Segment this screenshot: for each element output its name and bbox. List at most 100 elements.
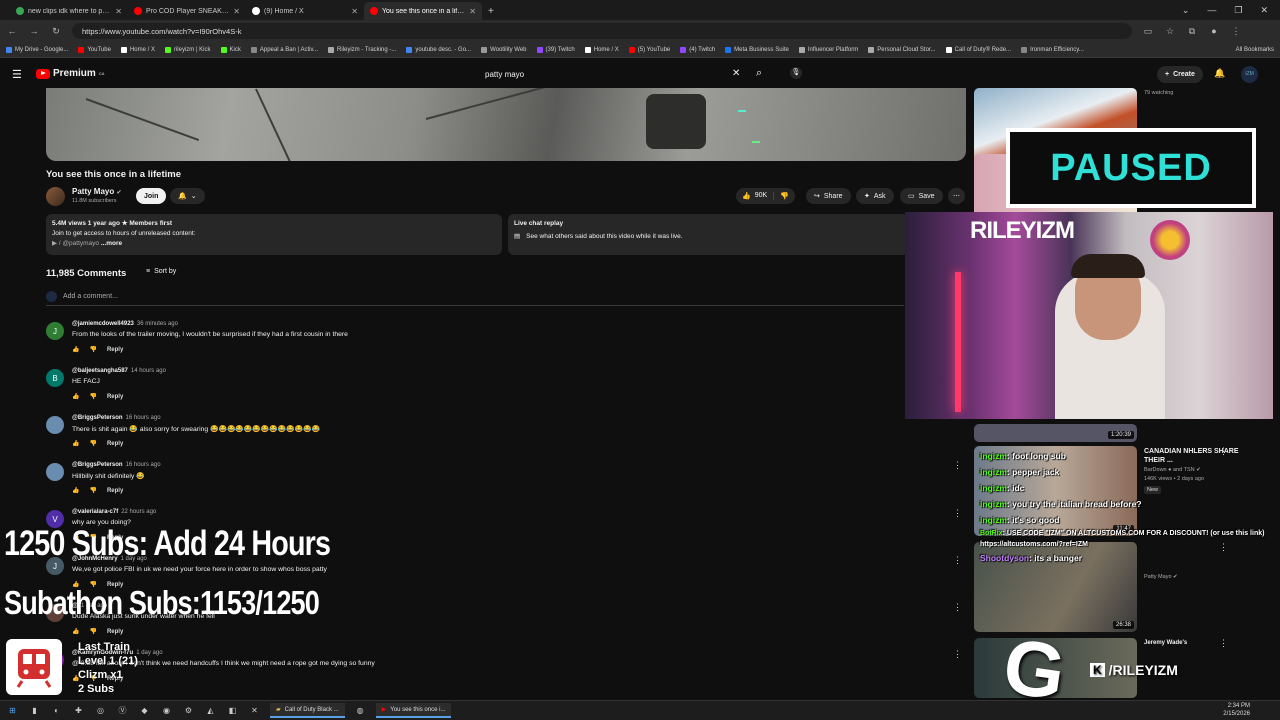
dislike-comment-icon[interactable]: 👎 <box>89 346 96 353</box>
back-icon[interactable]: ← <box>6 26 18 36</box>
comment-author[interactable]: @jamiemcdowell4923 <box>72 321 134 327</box>
voice-search-icon[interactable]: 🎙 <box>790 67 802 79</box>
bookmark-item[interactable]: My Drive - Google... <box>6 46 68 53</box>
bookmark-item[interactable]: Meta Business Suite <box>725 46 789 53</box>
comment-options-icon[interactable]: ⋮ <box>953 508 962 519</box>
comment-author[interactable]: @BriggsPeterson <box>72 462 123 468</box>
bookmark-item[interactable]: youtube desc. - Go... <box>406 46 471 53</box>
app-icon[interactable]: ◎ <box>94 704 107 717</box>
comment-time[interactable]: 16 hours ago <box>126 462 161 468</box>
account-avatar[interactable]: IZM <box>1241 66 1258 83</box>
reply-button[interactable]: Reply <box>107 629 123 635</box>
description-box[interactable]: 5.4M views 1 year ago ★ Members first Jo… <box>46 214 502 255</box>
live-chat-replay-button[interactable]: ▤ See what others said about this video w… <box>514 232 902 242</box>
browser-tab-active[interactable]: You see this once in a lifetin ✕ <box>364 2 482 20</box>
forward-icon[interactable]: → <box>28 26 40 36</box>
tab-search-icon[interactable]: ⌄ <box>1182 5 1190 16</box>
close-window-icon[interactable]: ✕ <box>1260 5 1268 16</box>
bookmark-item[interactable]: Ironman Efficiency... <box>1021 46 1084 53</box>
video-card-title[interactable]: Jeremy Wade's <box>1144 639 1244 648</box>
close-tab-icon[interactable]: ✕ <box>233 7 240 16</box>
all-bookmarks-button[interactable]: All Bookmarks <box>1236 47 1274 53</box>
video-thumbnail[interactable]: 1:20:39 <box>974 424 1137 442</box>
comment-options-icon[interactable]: ⋮ <box>953 555 962 566</box>
create-button[interactable]: + Create <box>1157 66 1203 83</box>
discord-icon[interactable]: ◉ <box>160 704 173 717</box>
close-tab-icon[interactable]: ✕ <box>351 7 358 16</box>
reply-button[interactable]: Reply <box>107 394 123 400</box>
reload-icon[interactable]: ↻ <box>50 26 62 37</box>
dislike-button[interactable]: 👎 <box>774 192 795 200</box>
chrome-icon[interactable]: ◍ <box>354 704 367 717</box>
minimize-icon[interactable]: — <box>1207 5 1216 15</box>
bookmark-item[interactable]: (5) YouTube <box>628 46 670 53</box>
more-options-icon[interactable]: ⋮ <box>1219 638 1228 649</box>
app-icon[interactable]: ✚ <box>72 704 85 717</box>
ask-button[interactable]: ✦ Ask <box>856 188 894 204</box>
join-button[interactable]: Join <box>136 188 167 204</box>
search-icon[interactable]: ⌕ <box>756 67 762 80</box>
bookmark-item[interactable]: Influencer Platform <box>798 46 858 53</box>
share-button[interactable]: ↪ Share <box>806 188 851 204</box>
sort-button[interactable]: ≡ Sort by <box>146 268 176 275</box>
maximize-icon[interactable]: ❐ <box>1234 5 1242 16</box>
bookmark-item[interactable]: Wootility Web <box>481 46 527 53</box>
save-button[interactable]: ▭ Save <box>900 188 943 204</box>
add-comment-field[interactable]: Add a comment... <box>46 291 904 306</box>
comment-author[interactable]: @valerialara-c7f <box>72 509 118 515</box>
app-icon[interactable]: ◧ <box>226 704 239 717</box>
comment-time[interactable]: 36 minutes ago <box>137 321 178 327</box>
comment-avatar[interactable]: J <box>46 322 64 340</box>
comment-options-icon[interactable]: ⋮ <box>953 649 962 660</box>
bookmark-item[interactable]: Home / X <box>584 46 619 53</box>
show-more-link[interactable]: ...more <box>101 240 122 247</box>
browser-tab[interactable]: Pro COD Player SNEAKS into R ✕ <box>128 2 246 20</box>
like-comment-icon[interactable]: 👍 <box>72 487 79 494</box>
x-icon[interactable]: ✕ <box>248 704 261 717</box>
like-comment-icon[interactable]: 👍 <box>72 393 79 400</box>
reply-button[interactable]: Reply <box>107 347 123 353</box>
reply-button[interactable]: Reply <box>107 488 123 494</box>
bookmark-item[interactable]: Kick <box>220 46 241 53</box>
youtube-logo[interactable]: Premium CA <box>36 68 105 79</box>
dislike-comment-icon[interactable]: 👎 <box>89 393 96 400</box>
channel-avatar[interactable] <box>46 187 65 206</box>
more-actions-button[interactable]: ⋯ <box>948 188 965 204</box>
like-button[interactable]: 👍 90K <box>736 192 775 200</box>
browser-tab[interactable]: (9) Home / X ✕ <box>246 2 364 20</box>
bookmark-item[interactable]: (4) Twitch <box>680 46 715 53</box>
comment-time[interactable]: 1 day ago <box>136 650 162 656</box>
bookmark-item[interactable]: Appeal a Ban | Activ... <box>250 46 318 53</box>
like-comment-icon[interactable]: 👍 <box>72 440 79 447</box>
bookmark-item[interactable]: rileyizm | Kick <box>164 46 211 53</box>
bookmark-item[interactable]: Call of Duty® Rede... <box>945 46 1011 53</box>
like-comment-icon[interactable]: 👍 <box>72 346 79 353</box>
comment-time[interactable]: 14 hours ago <box>131 368 166 374</box>
extensions-icon[interactable]: ⧉ <box>1186 26 1198 37</box>
bookmark-item[interactable]: YouTube <box>78 46 111 53</box>
steam-icon[interactable]: ⚙ <box>182 704 195 717</box>
windows-start-icon[interactable]: ⊞ <box>6 704 19 717</box>
app-icon[interactable]: ◐ <box>50 704 63 717</box>
channel-name[interactable]: Patty Mayo ✔ <box>72 187 122 196</box>
dislike-comment-icon[interactable]: 👎 <box>89 628 96 635</box>
cast-icon[interactable]: ▭ <box>1142 26 1154 37</box>
clear-search-icon[interactable]: ✕ <box>732 68 740 79</box>
taskbar-window-active[interactable]: ▶ You see this once i... <box>375 703 452 718</box>
search-input[interactable]: patty mayo <box>476 64 748 84</box>
address-bar[interactable]: https://www.youtube.com/watch?v=I90rOhv4… <box>72 23 1132 39</box>
bookmark-item[interactable]: Rileyizm - Tracking -... <box>328 46 396 53</box>
taskbar-window[interactable]: ▰ Call of Duty Black ... <box>270 703 345 718</box>
menu-icon[interactable]: ⋮ <box>1230 26 1242 37</box>
bookmark-item[interactable]: (39) Twitch <box>536 46 575 53</box>
profile-icon[interactable]: ● <box>1208 26 1220 36</box>
like-comment-icon[interactable]: 👍 <box>72 628 79 635</box>
close-tab-icon[interactable]: ✕ <box>115 7 122 16</box>
description-handle[interactable]: @pattymayo <box>62 240 99 247</box>
video-player[interactable] <box>46 88 966 161</box>
file-icon[interactable]: ▮ <box>28 704 41 717</box>
bookmark-item[interactable]: Personal Cloud Stor... <box>868 46 936 53</box>
subscribed-button[interactable]: 🔔 ⌄ <box>170 188 205 204</box>
comment-avatar[interactable] <box>46 416 64 434</box>
comment-author[interactable]: @BriggsPeterson <box>72 415 123 421</box>
